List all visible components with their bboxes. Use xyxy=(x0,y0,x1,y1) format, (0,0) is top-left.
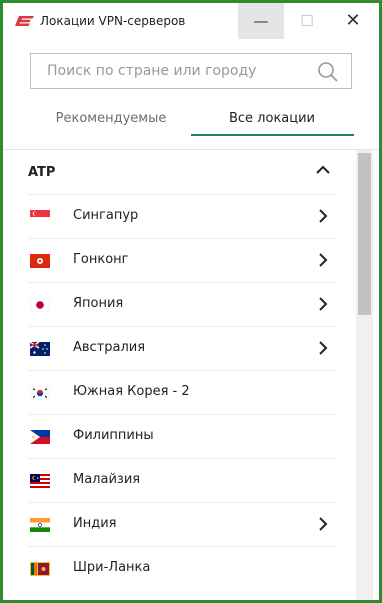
malaysia-flag-icon xyxy=(30,474,50,488)
chevron-up-icon[interactable] xyxy=(315,162,331,178)
close-button[interactable]: ✕ xyxy=(330,3,376,39)
location-name: Япония xyxy=(73,296,124,311)
location-row-india[interactable]: Индия xyxy=(28,502,335,547)
region-group-header[interactable]: ATP xyxy=(3,150,355,194)
region-group-label: ATP xyxy=(28,165,56,180)
scrollbar-thumb[interactable] xyxy=(358,153,371,315)
expressvpn-logo-icon xyxy=(15,16,34,26)
search-icon[interactable] xyxy=(317,61,339,83)
chevron-right-icon[interactable] xyxy=(317,296,329,312)
vpn-locations-window: Локации VPN-серверов — ☐ ✕ Рекомендуемые… xyxy=(0,0,382,603)
chevron-right-icon[interactable] xyxy=(317,340,329,356)
location-row-sri-lanka[interactable]: Шри-Ланка xyxy=(28,546,335,591)
location-name: Гонконг xyxy=(73,252,129,267)
india-flag-icon xyxy=(30,518,50,532)
sri-lanka-flag-icon xyxy=(30,562,50,576)
location-name: Сингапур xyxy=(73,208,139,223)
south-korea-flag-icon xyxy=(30,386,50,400)
location-name: Индия xyxy=(73,516,117,531)
hong-kong-flag-icon xyxy=(30,254,50,268)
location-list: ATP Сингапур Гонконг Япония Австралия Юж… xyxy=(3,150,355,600)
title-bar: Локации VPN-серверов — ☐ ✕ xyxy=(3,3,379,39)
window-title: Локации VPN-серверов xyxy=(40,14,186,28)
location-name: Филиппины xyxy=(73,428,154,443)
search-input[interactable] xyxy=(45,62,309,80)
chevron-right-icon[interactable] xyxy=(317,208,329,224)
location-row-singapore[interactable]: Сингапур xyxy=(28,194,335,239)
location-name: Малайзия xyxy=(73,472,141,487)
minimize-button[interactable]: — xyxy=(238,3,284,39)
location-row-australia[interactable]: Австралия xyxy=(28,326,335,371)
location-name: Австралия xyxy=(73,340,146,355)
location-name: Шри-Ланка xyxy=(73,560,151,575)
tab-recommended[interactable]: Рекомендуемые xyxy=(30,111,192,137)
chevron-right-icon[interactable] xyxy=(317,252,329,268)
chevron-right-icon[interactable] xyxy=(317,516,329,532)
active-tab-indicator xyxy=(191,134,354,136)
location-row-south-korea[interactable]: Южная Корея - 2 xyxy=(28,370,335,415)
singapore-flag-icon xyxy=(30,210,50,224)
location-row-philippines[interactable]: Филиппины xyxy=(28,414,335,459)
australia-flag-icon xyxy=(30,342,50,356)
location-row-hong-kong[interactable]: Гонконг xyxy=(28,238,335,283)
location-row-japan[interactable]: Япония xyxy=(28,282,335,327)
search-box[interactable] xyxy=(30,53,352,89)
philippines-flag-icon xyxy=(30,430,50,444)
japan-flag-icon xyxy=(30,298,50,312)
location-row-malaysia[interactable]: Малайзия xyxy=(28,458,335,503)
maximize-button[interactable]: ☐ xyxy=(284,3,330,39)
location-name: Южная Корея - 2 xyxy=(73,384,190,399)
